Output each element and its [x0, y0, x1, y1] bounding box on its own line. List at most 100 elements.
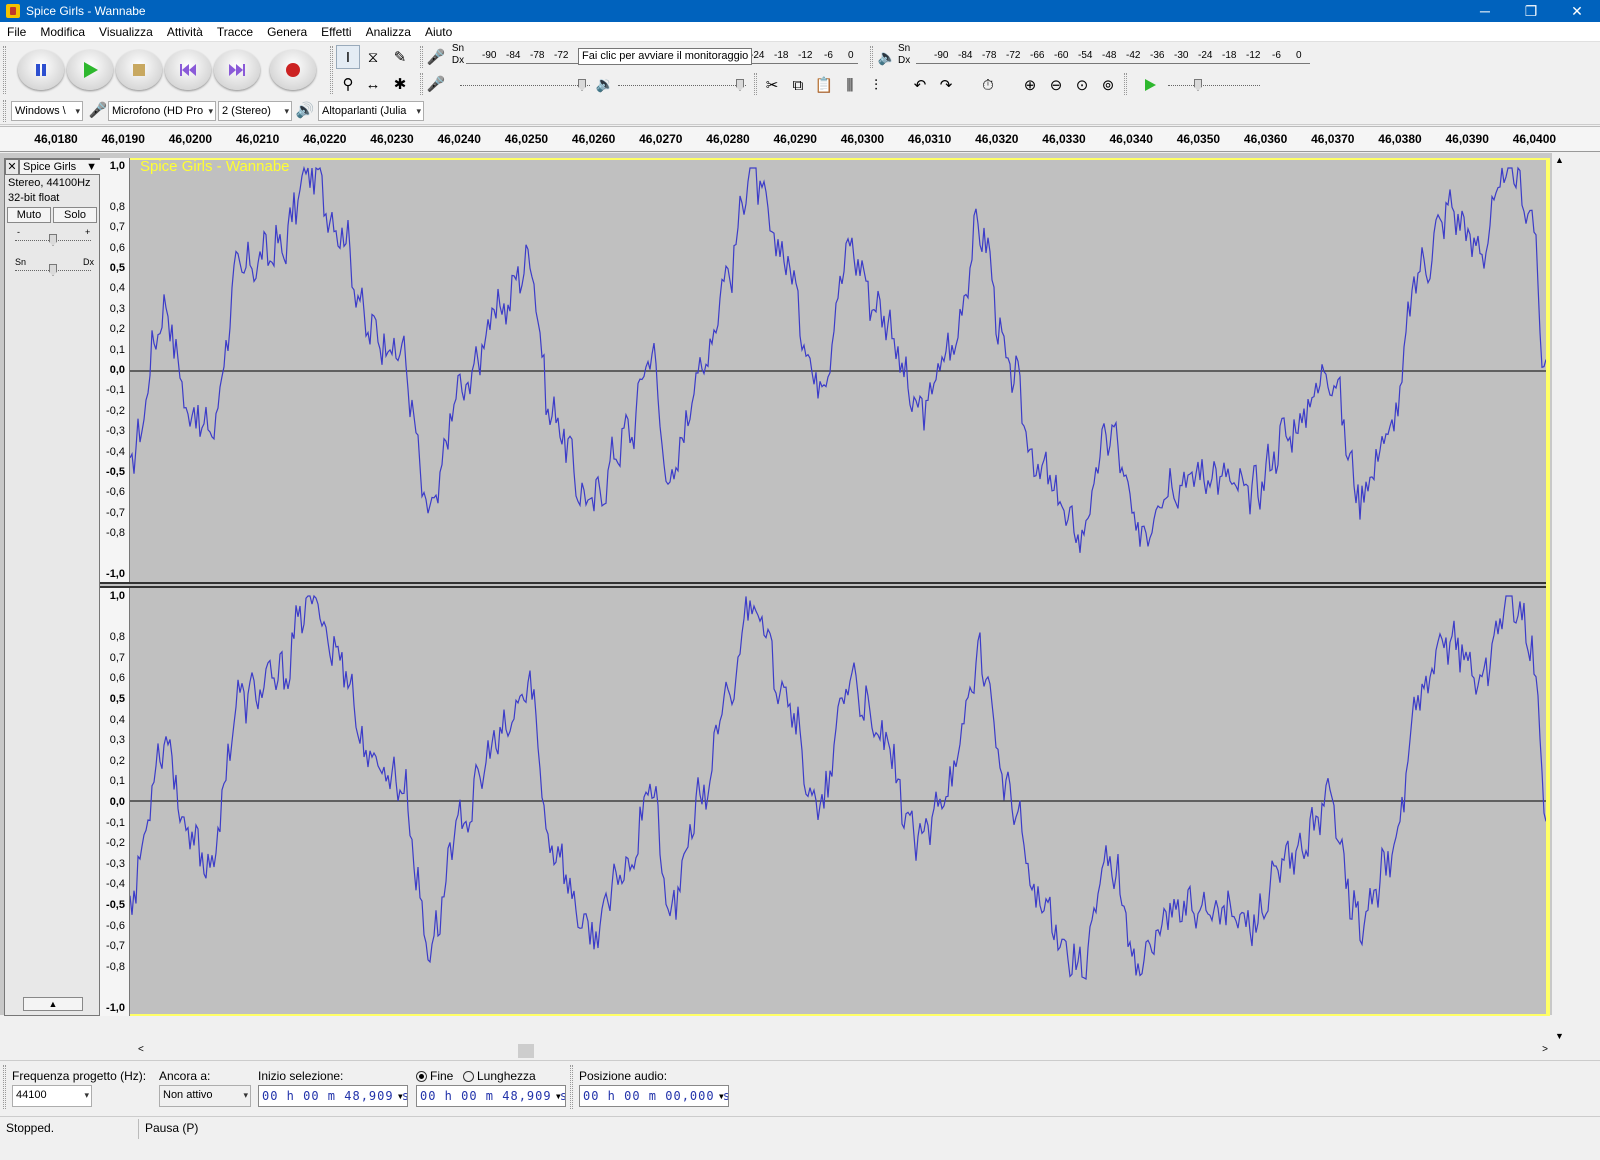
waveform-right-channel[interactable] [130, 588, 1546, 1016]
toolbar-grip[interactable] [3, 46, 6, 94]
channels-select[interactable]: 2 (Stereo) ▾ [218, 101, 292, 121]
audio-position-time[interactable]: 00 h 00 m 00,000 s ▾ [579, 1085, 729, 1107]
paste-button[interactable]: 📋 [812, 73, 836, 97]
toolbar-grip[interactable] [3, 100, 6, 122]
track-bitdepth: 32-bit float [8, 192, 60, 204]
toolbar-grip[interactable] [3, 1065, 6, 1109]
toolbar-grip[interactable] [870, 46, 873, 68]
chevron-down-icon[interactable]: ▼ [1555, 1031, 1564, 1041]
sync-lock-button[interactable]: ⏱ [976, 73, 1000, 97]
trim-button[interactable]: ⫼ [838, 73, 862, 97]
copy-button[interactable]: ⧉ [786, 73, 810, 97]
length-radio[interactable] [463, 1071, 474, 1082]
zoom-in-icon: ⊕ [1023, 77, 1037, 94]
monitor-hint[interactable]: Fai clic per avviare il monitoraggio [578, 48, 753, 65]
amplitude-label: -0,4 [106, 445, 125, 458]
silence-icon: ⫶ [874, 76, 878, 94]
silence-button[interactable]: ⫶ [864, 73, 888, 97]
toolbar-grip[interactable] [570, 1065, 573, 1109]
pause-button[interactable] [18, 50, 64, 90]
multi-tool[interactable]: ✱ [388, 72, 412, 96]
toolbar-grip[interactable] [754, 73, 757, 95]
restore-button[interactable]: ❐ [1508, 0, 1554, 22]
fit-selection-button[interactable]: ⊙ [1070, 73, 1094, 97]
draw-tool[interactable]: ✎ [388, 45, 412, 69]
play-meter-tick: -48 [1102, 50, 1117, 61]
status-text: Stopped. [6, 1121, 55, 1135]
skip-start-button[interactable] [165, 50, 211, 90]
slider-thumb[interactable] [49, 264, 57, 276]
audio-host-select[interactable]: Windows \ ▾ [11, 101, 83, 121]
zoom-in-button[interactable]: ⊕ [1018, 73, 1042, 97]
skip-end-button[interactable] [214, 50, 260, 90]
chevron-right-icon[interactable]: > [1542, 1044, 1548, 1055]
menu-file[interactable]: File [0, 25, 33, 39]
ruler-tick-label: 46,0360 [1243, 132, 1288, 146]
chevron-up-icon[interactable]: ▲ [1555, 155, 1564, 165]
pause-icon [36, 64, 46, 76]
play-meter[interactable]: -90 -84 -78 -72 -66 -60 -54 -48 -42 -36 … [916, 48, 1310, 64]
horizontal-scroll-thumb[interactable] [518, 1044, 534, 1058]
collapse-track-button[interactable]: ▲ [23, 997, 83, 1011]
waveform-left-channel[interactable] [130, 158, 1546, 582]
project-rate-select[interactable]: 44100 ▾ [12, 1085, 92, 1107]
menu-modifica[interactable]: Modifica [33, 25, 92, 39]
play-button[interactable] [67, 50, 113, 90]
toolbar-grip[interactable] [420, 73, 423, 95]
ruler-tick-label: 46,0290 [773, 132, 817, 146]
record-volume-slider[interactable] [460, 78, 590, 92]
menu-tracce[interactable]: Tracce [210, 25, 260, 39]
zoom-tool[interactable]: ⚲ [336, 72, 360, 96]
menu-genera[interactable]: Genera [260, 25, 314, 39]
end-radio[interactable] [416, 1071, 427, 1082]
menu-analizza[interactable]: Analizza [359, 25, 418, 39]
timeshift-tool[interactable]: ↔ [361, 72, 385, 96]
slider-thumb[interactable] [736, 79, 744, 91]
menu-effetti[interactable]: Effetti [314, 25, 358, 39]
envelope-tool[interactable]: ⧖ [361, 45, 385, 69]
snap-to-select[interactable]: Non attivo ▾ [159, 1085, 251, 1107]
undo-button[interactable]: ↶ [908, 73, 932, 97]
play-meter-button[interactable]: 🔈 [876, 46, 898, 68]
solo-button[interactable]: Solo [53, 207, 97, 223]
chevron-left-icon[interactable]: < [138, 1044, 144, 1055]
amplitude-ruler-left-channel[interactable]: 1,0 0,8 0,7 0,6 0,5 0,4 0,3 0,2 0,1 0,0 -0,1 -0,2 -0… [100, 158, 130, 582]
skip-start-icon [180, 64, 196, 76]
selection-start-time[interactable]: 00 h 00 m 48,909 s ▾ [258, 1085, 408, 1107]
vertical-scrollbar[interactable]: ▲ ▼ [1552, 153, 1568, 1043]
menu-attivita[interactable]: Attività [160, 25, 210, 39]
timeline-ruler[interactable]: 46,0180 46,0190 46,0200 46,0210 46,0220 46,02… [0, 126, 1600, 152]
play-speed-slider[interactable] [1168, 78, 1260, 92]
minimize-button[interactable]: ─ [1462, 0, 1508, 22]
close-window-button[interactable]: ✕ [1554, 0, 1600, 22]
playback-device-select[interactable]: Altoparlanti (Julia ▾ [318, 101, 424, 121]
toolbar-grip[interactable] [330, 46, 333, 94]
fit-project-button[interactable]: ⊚ [1096, 73, 1120, 97]
amplitude-ruler-right-channel[interactable]: 1,0 0,8 0,7 0,6 0,5 0,4 0,3 0,2 0,1 0,0 -0,1 -0,2 -0… [100, 588, 130, 1016]
amplitude-label: -0,5 [106, 899, 125, 911]
zoom-out-button[interactable]: ⊖ [1044, 73, 1068, 97]
stop-button[interactable] [116, 50, 162, 90]
selection-end-time[interactable]: 00 h 00 m 48,909 s ▾ [416, 1085, 566, 1107]
record-button[interactable] [270, 50, 316, 90]
slider-thumb[interactable] [49, 234, 57, 246]
record-meter-button[interactable]: 🎤 [425, 46, 447, 68]
play-at-speed-button[interactable] [1138, 73, 1162, 97]
track-close-button[interactable]: ✕ [5, 159, 19, 175]
selection-tool[interactable]: I [336, 45, 360, 69]
toolbar-grip[interactable] [1124, 73, 1127, 95]
menu-aiuto[interactable]: Aiuto [418, 25, 459, 39]
redo-button[interactable]: ↷ [934, 73, 958, 97]
toolbar-grip[interactable] [420, 46, 423, 68]
mute-button[interactable]: Muto [7, 207, 51, 223]
play-volume-slider[interactable] [618, 78, 746, 92]
cut-button[interactable]: ✂ [760, 73, 784, 97]
pan-slider[interactable] [15, 263, 91, 277]
slider-thumb[interactable] [578, 79, 586, 91]
track-name-menu[interactable]: Spice Girls ▼ [19, 159, 101, 175]
recording-device-select[interactable]: Microfono (HD Pro ▾ [108, 101, 216, 121]
slider-thumb[interactable] [1194, 79, 1202, 91]
gain-slider[interactable] [15, 233, 91, 247]
horizontal-scrollbar[interactable]: < > [130, 1043, 1552, 1059]
menu-visualizza[interactable]: Visualizza [92, 25, 160, 39]
